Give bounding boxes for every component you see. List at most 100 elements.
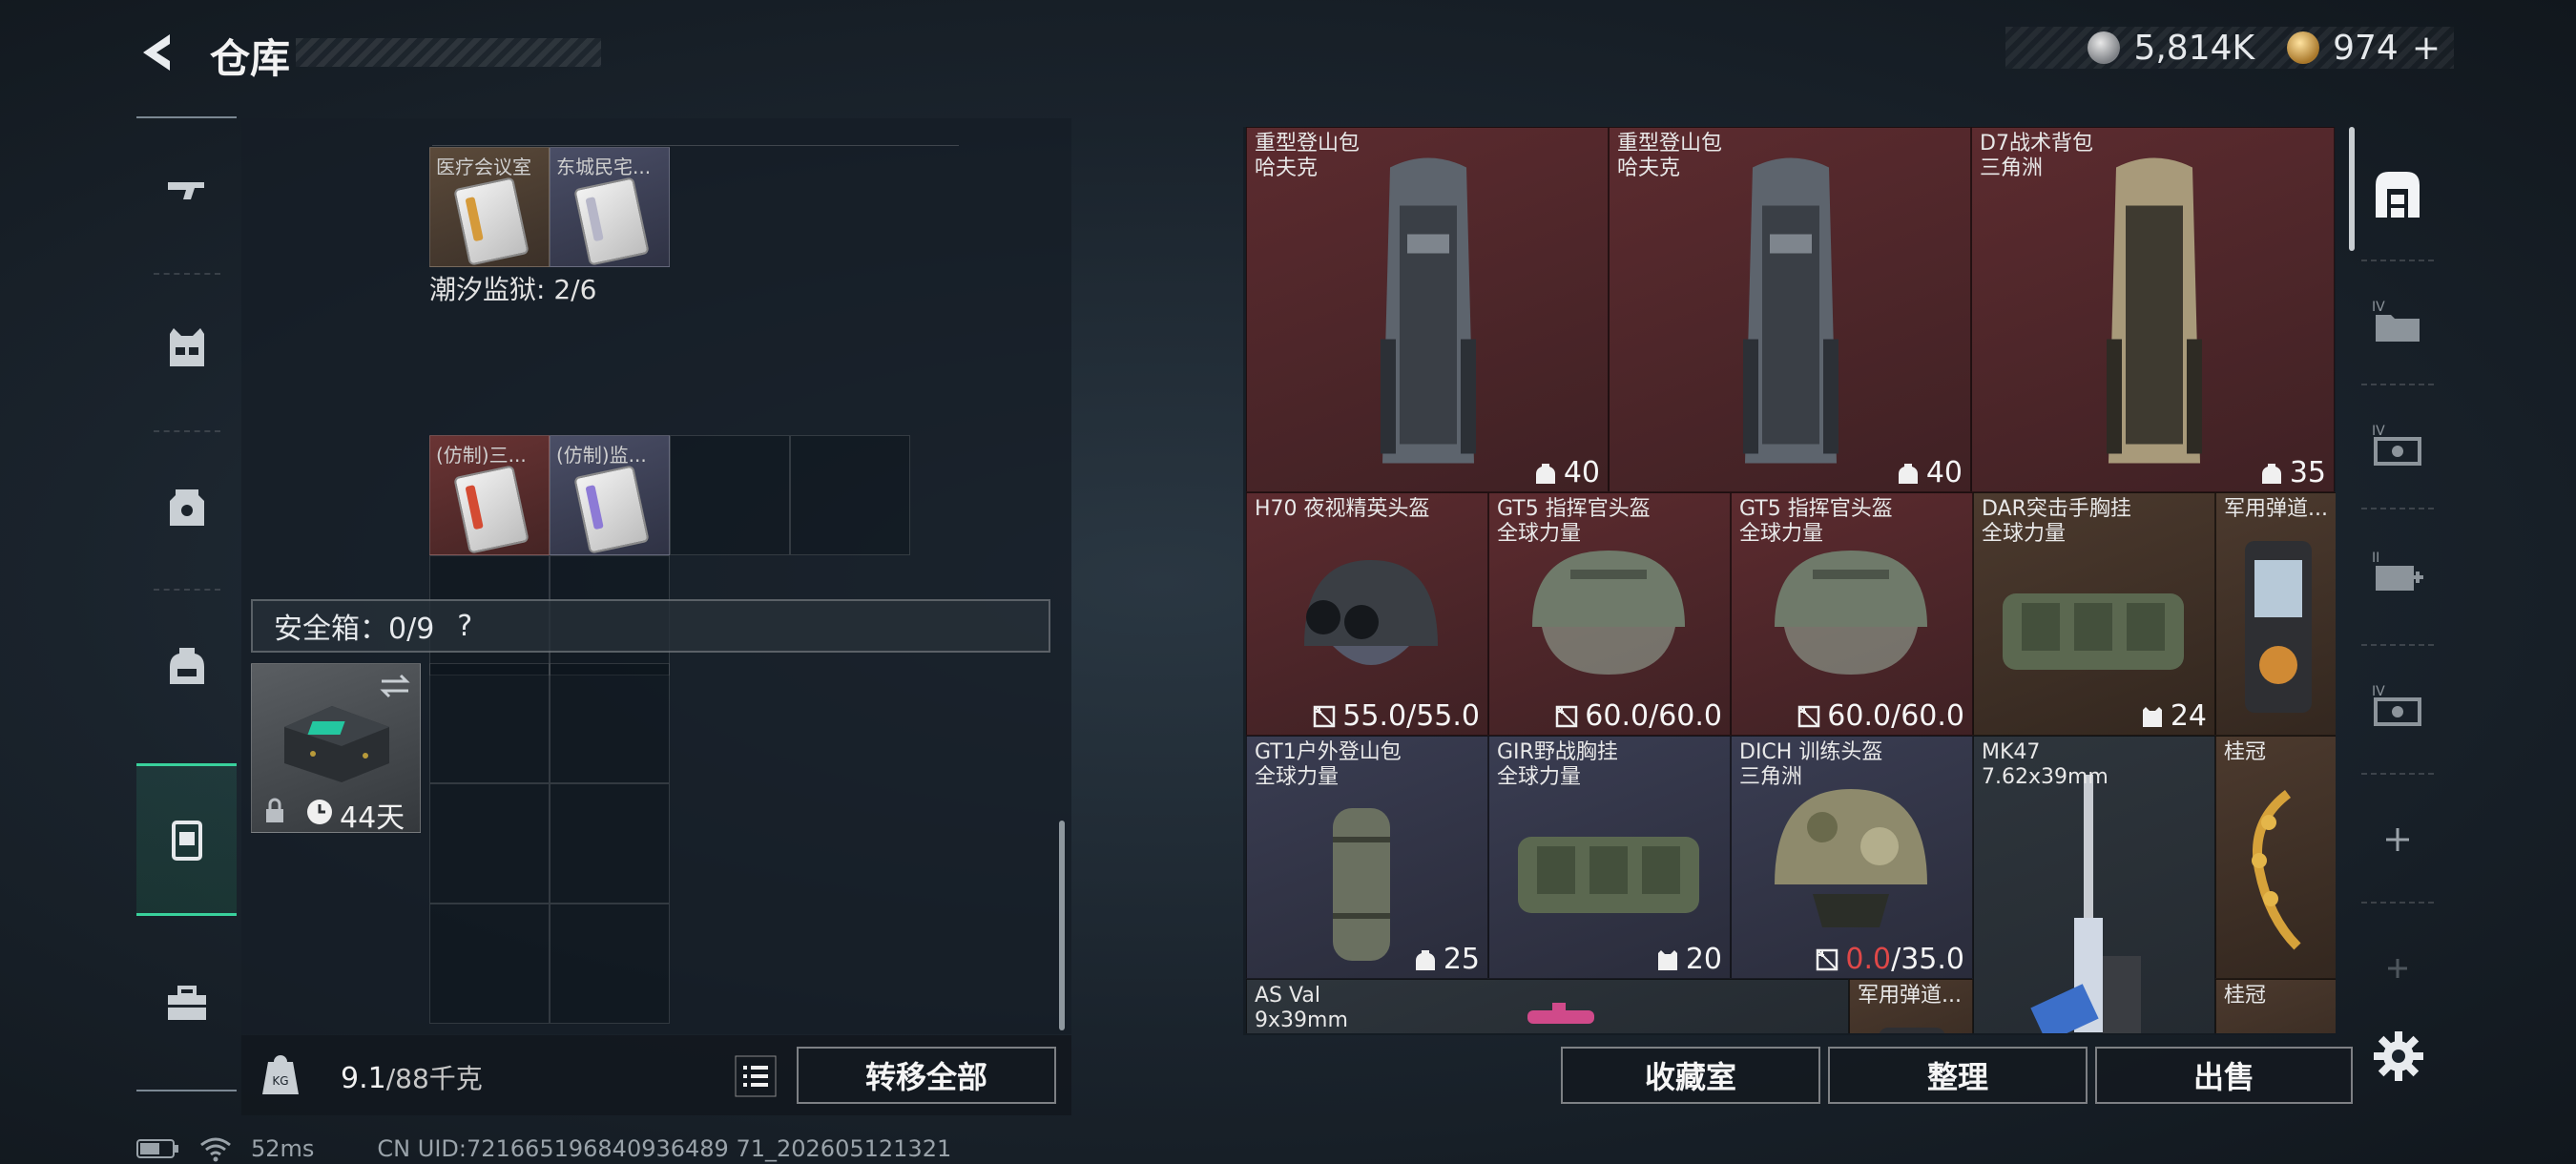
- durability-current: 0.0: [1845, 943, 1892, 976]
- svg-text:KG: KG: [272, 1074, 288, 1088]
- safebox-slot[interactable]: [550, 783, 670, 904]
- weapon-case-icon: IV: [2372, 684, 2421, 726]
- collection-room-button[interactable]: 收藏室: [1561, 1047, 1820, 1104]
- stash-tab-case-2[interactable]: IV: [2355, 654, 2441, 759]
- svg-text:IV: IV: [2372, 300, 2385, 315]
- stash-item[interactable]: DAR突击手胸挂 全球力量 24: [1973, 492, 2215, 736]
- gold-amount: 974: [2333, 28, 2399, 68]
- stash-tab-weapon-case[interactable]: IV: [2355, 393, 2441, 498]
- stash-item[interactable]: GT5 指挥官头盔 全球力量 60.0/60.0: [1731, 492, 1973, 736]
- stash-item[interactable]: 重型登山包 哈夫克 40: [1609, 127, 1971, 492]
- add-tab-button-locked[interactable]: [2355, 940, 2441, 997]
- item-value-text: 40: [1563, 456, 1600, 489]
- nav-backpacks[interactable]: [136, 593, 237, 737]
- weight-value: 9.1/88千克: [341, 1058, 483, 1096]
- safebox-slot[interactable]: [429, 904, 550, 1024]
- item-name: 重型登山包 哈夫克: [1255, 132, 1361, 180]
- sell-button[interactable]: 出售: [2095, 1047, 2353, 1104]
- toolbox-icon: [167, 986, 206, 1020]
- weight-icon: KG: [262, 1055, 299, 1094]
- vest-icon: [1657, 949, 1677, 970]
- safebox-image: [284, 706, 389, 782]
- page-title: 仓库: [210, 35, 291, 82]
- stash-item[interactable]: 军用弹道...: [1849, 979, 1973, 1033]
- item-value: 60.0/60.0: [1797, 699, 1964, 733]
- organize-button[interactable]: 整理: [1828, 1047, 2088, 1104]
- stash-item[interactable]: H70 夜视精英头盔 55.0/55.0: [1246, 492, 1488, 736]
- stash-tab-4[interactable]: IV: [2355, 269, 2441, 374]
- item-value-text: 35: [2289, 456, 2326, 489]
- laurel-image: [2252, 790, 2301, 950]
- back-button[interactable]: [134, 29, 181, 76]
- broken-armor-icon: [1817, 948, 1839, 970]
- stash-item[interactable]: 军用弹道...: [2215, 492, 2336, 736]
- stash-item[interactable]: 桂冠: [2215, 736, 2336, 979]
- max-weight: /88千克: [385, 1063, 483, 1094]
- swap-icon[interactable]: [378, 672, 412, 700]
- silver-amount: 5,814K: [2133, 28, 2255, 68]
- stash-home-tab[interactable]: [2355, 136, 2441, 251]
- nav-safebox[interactable]: [136, 763, 237, 916]
- stash-item[interactable]: GT5 指挥官头盔 全球力量 60.0/60.0: [1488, 492, 1731, 736]
- backpack-icon: [1898, 463, 1918, 484]
- durability-max: /35.0: [1891, 943, 1964, 976]
- equipment-panel: 医疗会议室 东城民宅... (仿制)三... (仿制)监...: [241, 118, 1071, 1034]
- rifle-image: [2030, 775, 2141, 1033]
- helmet-image: [1532, 551, 1685, 675]
- help-button[interactable]: ?: [457, 610, 472, 643]
- safebox-slot[interactable]: [429, 783, 550, 904]
- settings-button[interactable]: [2370, 1028, 2427, 1085]
- left-category-nav: [136, 116, 237, 1091]
- safebox-icon: [171, 821, 202, 861]
- backpack-icon: [2261, 463, 2281, 484]
- backpack-icon: [169, 648, 204, 684]
- stash-item[interactable]: AS Val 9x39mm: [1246, 979, 1849, 1033]
- left-scrollbar[interactable]: [1059, 821, 1065, 1030]
- key-card-item[interactable]: 东城民宅...: [550, 147, 670, 267]
- broken-armor-icon: [1314, 705, 1336, 727]
- plus-icon: [2386, 828, 2409, 851]
- silver-coin-icon: [2088, 31, 2121, 64]
- vest-icon: [169, 328, 204, 366]
- key-card-item[interactable]: (仿制)监...: [550, 435, 670, 555]
- stash-item[interactable]: 重型登山包 哈夫克 40: [1246, 127, 1609, 492]
- lock-icon: [266, 798, 283, 822]
- svg-text:IV: IV: [2372, 684, 2385, 699]
- add-tab-button[interactable]: [2355, 806, 2441, 873]
- stash-item[interactable]: GT1户外登山包 全球力量 25: [1246, 736, 1488, 979]
- key-card-item[interactable]: (仿制)三...: [429, 435, 550, 555]
- stash-item[interactable]: 桂冠: [2215, 979, 2336, 1033]
- prison-keys-label: 潮汐监狱: 2/6: [429, 274, 597, 305]
- item-name: GIR野战胸挂 全球力量: [1497, 740, 1618, 789]
- stash-tab-medical[interactable]: II: [2355, 520, 2441, 625]
- svg-text:IV: IV: [2372, 424, 2385, 439]
- item-value: 25: [1413, 943, 1480, 976]
- backpack-image: [1381, 157, 1476, 464]
- safebox-slot[interactable]: [429, 663, 550, 783]
- stash-item[interactable]: DICH 训练头盔 三角洲 0.0/35.0: [1731, 736, 1973, 979]
- backpack-image: [2106, 157, 2202, 464]
- item-durability: 0.0/35.0: [1815, 943, 1964, 976]
- stash-item[interactable]: MK47 7.62x39mm: [1973, 736, 2215, 1033]
- empty-slot[interactable]: [790, 435, 910, 555]
- stash-item[interactable]: D7战术背包 三角洲 35: [1971, 127, 2335, 492]
- list-view-icon[interactable]: [732, 1052, 779, 1100]
- nav-vests[interactable]: [136, 276, 237, 419]
- stash-item[interactable]: GIR野战胸挂 全球力量 20: [1488, 736, 1731, 979]
- item-name: 军用弹道...: [1858, 984, 1962, 1008]
- nav-weapons[interactable]: [136, 118, 237, 261]
- safebox-slot[interactable]: [550, 663, 670, 783]
- safebox-slot[interactable]: [550, 904, 670, 1024]
- nav-armor[interactable]: [136, 435, 237, 578]
- item-label: 医疗会议室: [436, 156, 531, 178]
- item-label: (仿制)监...: [556, 444, 647, 467]
- transfer-all-button[interactable]: 转移全部: [797, 1047, 1056, 1104]
- item-name: DAR突击手胸挂 全球力量: [1982, 497, 2131, 546]
- empty-slot[interactable]: [670, 435, 790, 555]
- key-card-item[interactable]: 医疗会议室: [429, 147, 550, 267]
- add-currency-button[interactable]: +: [2412, 29, 2441, 68]
- nav-toolbox[interactable]: [136, 931, 237, 1074]
- safebox-item[interactable]: 44天: [251, 663, 421, 835]
- item-value: 35: [2259, 456, 2326, 489]
- current-weight: 9.1: [341, 1062, 386, 1095]
